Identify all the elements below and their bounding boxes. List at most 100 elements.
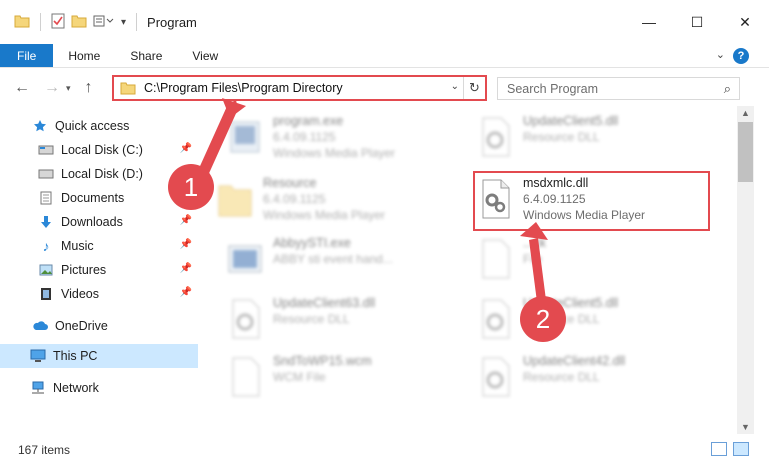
back-arrow-icon[interactable]: ← [14, 79, 30, 97]
exe-icon [227, 116, 263, 158]
pin-icon[interactable]: 📌 [180, 263, 192, 274]
recent-locations-icon[interactable]: ▾ [66, 83, 71, 94]
file-version: 6.4.09.1125 [263, 192, 326, 206]
documents-icon [38, 191, 54, 205]
search-icon[interactable]: ⌕ [724, 81, 731, 97]
file-item[interactable]: UpdateClient5.dll Resource DLL [455, 292, 695, 348]
tab-share[interactable]: Share [115, 44, 177, 67]
chevron-down-icon[interactable]: ▾ [121, 17, 126, 28]
window-title: Program [147, 14, 197, 30]
file-list: program.exe 6.4.09.1125 Windows Media Pl… [205, 110, 737, 430]
file-version: 6.4.09.1125 [523, 192, 586, 206]
tiles-view-icon[interactable] [733, 442, 749, 456]
file-item[interactable]: SndToWP15.wcm WCM File [205, 350, 445, 406]
sidebar-item-network[interactable]: Network [0, 376, 198, 400]
dll-gear-icon [477, 178, 513, 220]
download-arrow-icon [38, 215, 54, 229]
address-row: ← → ▾ ↑ C:\Program Files\Program Directo… [0, 70, 769, 106]
sidebar-item-this-pc[interactable]: This PC [0, 344, 198, 368]
customize-toolbar-icon[interactable] [93, 15, 115, 30]
sidebar-item-label: Pictures [61, 263, 107, 277]
expand-ribbon-icon[interactable]: ⌄ [716, 48, 725, 61]
search-input[interactable]: Search Program [507, 82, 598, 96]
help-icon[interactable]: ? [733, 48, 749, 64]
sidebar-item-label: Local Disk (C:) [61, 143, 143, 157]
sidebar-item-label: Downloads [61, 215, 123, 229]
up-arrow-icon[interactable]: ↑ [85, 79, 93, 97]
file-item[interactable]: Resource 6.4.09.1125 Windows Media Playe… [205, 172, 435, 228]
minimize-button[interactable]: — [625, 0, 673, 44]
pin-icon[interactable]: 📌 [180, 287, 192, 298]
search-box[interactable]: Search Program ⌕ [497, 77, 740, 100]
file-item[interactable]: UpdateClient42.dll Resource DLL [455, 350, 695, 406]
cloud-icon [32, 319, 48, 333]
file-item[interactable]: program.exe 6.4.09.1125 Windows Media Pl… [205, 110, 445, 166]
sidebar-item-onedrive[interactable]: OneDrive [0, 314, 198, 338]
tab-view[interactable]: View [177, 44, 233, 67]
file-name: msdxmlc.dll [523, 176, 589, 190]
maximize-button[interactable]: ☐ [673, 0, 721, 44]
sidebar-item-local-disk-c[interactable]: Local Disk (C:) 📌 [0, 138, 198, 162]
close-button[interactable]: ✕ [721, 0, 769, 44]
drive-icon [38, 143, 54, 157]
vertical-scrollbar[interactable]: ▲ ▼ [737, 106, 754, 434]
scroll-up-icon[interactable]: ▲ [741, 108, 750, 118]
sidebar-item-downloads[interactable]: Downloads 📌 [0, 210, 198, 234]
forward-arrow-icon[interactable]: → [44, 79, 60, 97]
folder-icon [120, 81, 136, 95]
pin-icon[interactable]: 📌 [180, 143, 192, 154]
file-name: UpdateClient63.dll [273, 296, 376, 310]
sidebar-item-quick-access[interactable]: Quick access [0, 114, 198, 138]
status-bar: 167 items [0, 434, 769, 465]
toolbar-separator [40, 13, 41, 31]
file-description: ABBY sti event hand... [273, 252, 393, 266]
file-item-msdxmlc[interactable]: msdxmlc.dll 6.4.09.1125 Windows Media Pl… [455, 172, 695, 228]
tab-file[interactable]: File [0, 44, 54, 67]
file-name: UpdateClient42.dll [523, 354, 626, 368]
pin-icon[interactable]: 📌 [180, 215, 192, 226]
sidebar-item-music[interactable]: ♪ Music 📌 [0, 234, 198, 258]
details-view-icon[interactable] [711, 442, 727, 456]
dll-gear-icon [477, 298, 513, 340]
refresh-icon[interactable]: ↻ [463, 77, 485, 99]
file-item[interactable]: UpdateClient63.dll Resource DLL [205, 292, 445, 348]
sidebar-item-label: Network [53, 381, 99, 395]
address-bar[interactable]: C:\Program Files\Program Directory ⌄ ↻ [112, 75, 487, 101]
properties-icon[interactable] [51, 13, 65, 32]
file-item[interactable]: AbbyySTI.exe ABBY sti event hand... [205, 232, 445, 288]
minimize-icon: — [642, 14, 656, 30]
music-note-icon: ♪ [42, 238, 50, 254]
sidebar-item-label: Local Disk (D:) [61, 167, 143, 181]
scrollbar-thumb[interactable] [738, 122, 753, 182]
sidebar-item-videos[interactable]: Videos 📌 [0, 282, 198, 306]
file-name: AbbyySTI.exe [273, 236, 351, 250]
ribbon-tabs: File Home Share View ⌄ ? [0, 44, 769, 68]
sidebar-item-label: Quick access [55, 119, 130, 133]
maximize-icon: ☐ [690, 13, 704, 30]
file-item[interactable]: ...ck File [455, 232, 695, 288]
dll-gear-icon [227, 298, 263, 340]
address-path[interactable]: C:\Program Files\Program Directory [144, 81, 343, 95]
network-icon [30, 381, 46, 395]
file-description: Windows Media Player [523, 208, 646, 222]
item-count: 167 items [18, 442, 71, 457]
film-icon [38, 287, 54, 301]
sidebar-item-pictures[interactable]: Pictures 📌 [0, 258, 198, 282]
pin-icon[interactable]: 📌 [180, 239, 192, 250]
file-item[interactable]: UpdateClient5.dll Resource DLL [455, 110, 695, 166]
file-name: ...ck [523, 236, 546, 250]
file-description: WCM File [273, 370, 326, 384]
file-version: 6.4.09.1125 [273, 130, 336, 144]
chevron-down-icon[interactable]: ⌄ [451, 81, 459, 92]
file-name: UpdateClient5.dll [523, 114, 619, 128]
file-description: Windows Media Player [273, 146, 396, 160]
tab-home[interactable]: Home [53, 44, 115, 67]
file-name: program.exe [273, 114, 344, 128]
file-description: File [523, 252, 543, 266]
callout-step-1: 1 [168, 164, 214, 210]
folder-icon[interactable] [14, 14, 30, 31]
window-controls: — ☐ ✕ [625, 0, 769, 44]
dll-gear-icon [477, 116, 513, 158]
scroll-down-icon[interactable]: ▼ [741, 422, 750, 432]
new-folder-icon[interactable] [71, 14, 87, 31]
